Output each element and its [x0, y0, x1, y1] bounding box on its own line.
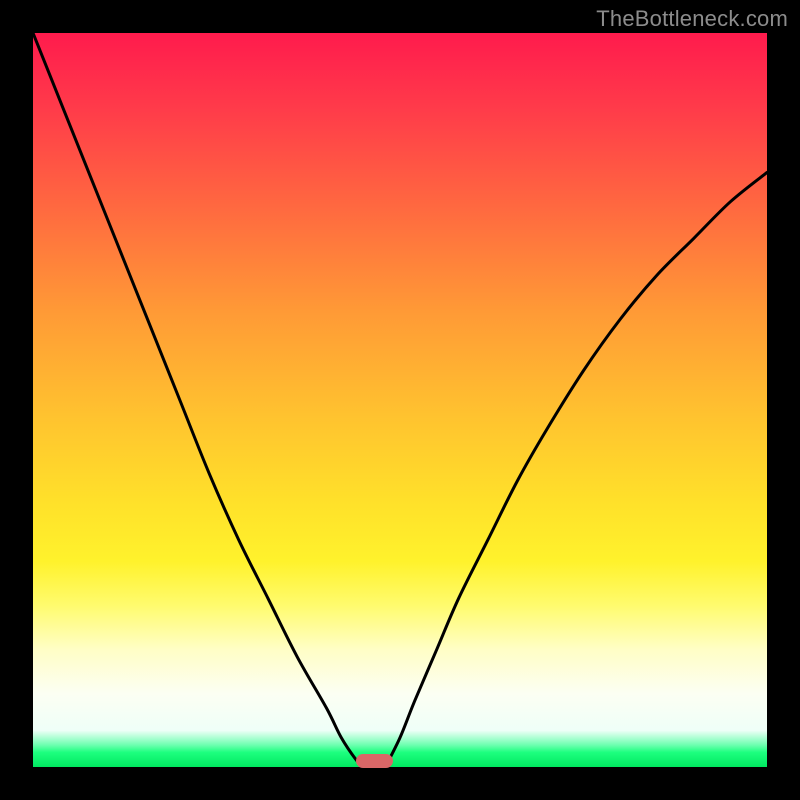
plot-area — [33, 33, 767, 767]
chart-frame: TheBottleneck.com — [0, 0, 800, 800]
watermark-text: TheBottleneck.com — [596, 6, 788, 32]
bottleneck-curve — [33, 33, 767, 767]
optimal-marker — [356, 754, 393, 768]
